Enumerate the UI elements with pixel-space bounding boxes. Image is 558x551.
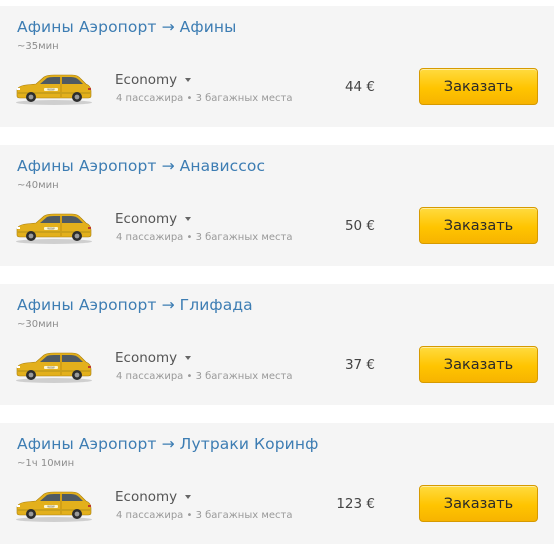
order-button[interactable]: Заказать: [419, 207, 538, 244]
order-button[interactable]: Заказать: [419, 485, 538, 522]
route-title[interactable]: Афины Аэропорт → Глифада: [17, 296, 253, 314]
price: 50 €: [344, 218, 375, 234]
svg-text:WOW: WOW: [47, 505, 55, 509]
trip-duration: ~30мин: [17, 319, 59, 330]
svg-text:WOW: WOW: [47, 88, 55, 92]
car-class-dropdown[interactable]: Economy: [115, 72, 192, 88]
transfer-card: Афины Аэропорт → Анависсос ~40мин WOW Ec…: [0, 145, 554, 266]
svg-text:WOW: WOW: [47, 227, 55, 231]
car-class-label: Economy: [115, 350, 178, 366]
price: 37 €: [344, 357, 375, 373]
taxi-car-icon: WOW: [16, 352, 92, 383]
taxi-car-icon: WOW: [16, 491, 92, 522]
car-class-label: Economy: [115, 489, 178, 505]
caret-down-icon: [185, 78, 192, 82]
car-capacity: 4 пассажира • 3 багажных места: [116, 371, 293, 382]
car-class-dropdown[interactable]: Economy: [115, 489, 192, 505]
car-class-dropdown[interactable]: Economy: [115, 350, 192, 366]
order-button[interactable]: Заказать: [419, 346, 538, 383]
route-title[interactable]: Афины Аэропорт → Анависсос: [17, 157, 265, 175]
car-class-dropdown[interactable]: Economy: [115, 211, 192, 227]
trip-duration: ~40мин: [17, 180, 59, 191]
caret-down-icon: [185, 217, 192, 221]
taxi-car-icon: WOW: [16, 74, 92, 105]
transfer-card: Афины Аэропорт → Глифада ~30мин WOW Econ…: [0, 284, 554, 405]
route-title[interactable]: Афины Аэропорт → Лутраки Коринф: [17, 435, 318, 453]
taxi-car-icon: WOW: [16, 213, 92, 244]
order-button[interactable]: Заказать: [419, 68, 538, 105]
transfer-card: Афины Аэропорт → Лутраки Коринф ~1ч 10ми…: [0, 423, 554, 544]
trip-duration: ~1ч 10мин: [17, 458, 75, 469]
route-title[interactable]: Афины Аэропорт → Афины: [17, 18, 237, 36]
car-class-label: Economy: [115, 72, 178, 88]
car-capacity: 4 пассажира • 3 багажных места: [116, 232, 293, 243]
car-capacity: 4 пассажира • 3 багажных места: [116, 93, 293, 104]
svg-text:WOW: WOW: [47, 366, 55, 370]
car-capacity: 4 пассажира • 3 багажных места: [116, 510, 293, 521]
caret-down-icon: [185, 495, 192, 499]
trip-duration: ~35мин: [17, 41, 59, 52]
caret-down-icon: [185, 356, 192, 360]
transfer-list: Афины Аэропорт → Афины ~35мин WOW Econom…: [0, 0, 558, 551]
price: 44 €: [344, 79, 375, 95]
transfer-card: Афины Аэропорт → Афины ~35мин WOW Econom…: [0, 6, 554, 127]
car-class-label: Economy: [115, 211, 178, 227]
price: 123 €: [336, 496, 375, 512]
